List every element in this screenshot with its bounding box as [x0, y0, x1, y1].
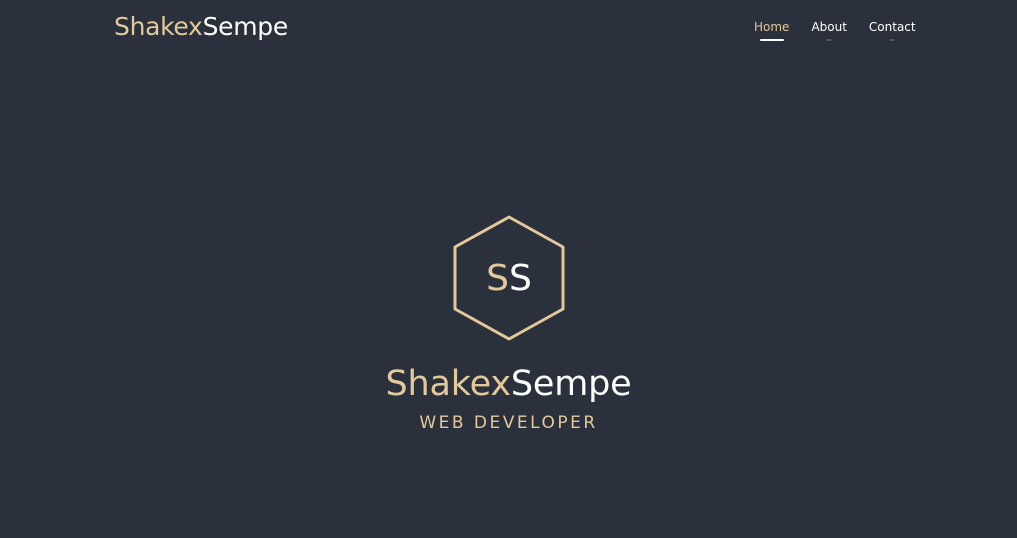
nav-item-home-label: Home	[754, 20, 790, 34]
brand-logo-link[interactable]: ShakexSempe	[114, 10, 288, 44]
nav-item-about[interactable]: About	[811, 18, 847, 41]
hexagon-monogram-logo: SS	[452, 214, 566, 342]
brand-name-second: Sempe	[202, 12, 289, 41]
nav-item-contact-label: Contact	[868, 20, 916, 34]
nav-indicator	[889, 39, 895, 41]
monogram-letter-second: S	[509, 257, 532, 299]
brand-name-first: Shakex	[114, 12, 203, 41]
page: ShakexSempe Home About Contact SS Shakex…	[0, 0, 1017, 538]
hero-title: ShakexSempe	[0, 362, 1017, 406]
nav-item-about-label: About	[811, 20, 847, 34]
monogram-letter-first: S	[486, 257, 509, 299]
hero-title-second: Sempe	[510, 364, 632, 404]
nav-active-indicator	[759, 39, 784, 41]
nav-item-contact[interactable]: Contact	[868, 18, 916, 41]
hero-title-first: Shakex	[385, 364, 512, 404]
nav-item-home[interactable]: Home	[754, 18, 790, 41]
monogram-letters: SS	[452, 214, 566, 342]
hero-subtitle: WEB DEVELOPER	[419, 413, 598, 433]
main-nav: Home About Contact	[754, 18, 916, 41]
nav-indicator	[826, 39, 832, 41]
